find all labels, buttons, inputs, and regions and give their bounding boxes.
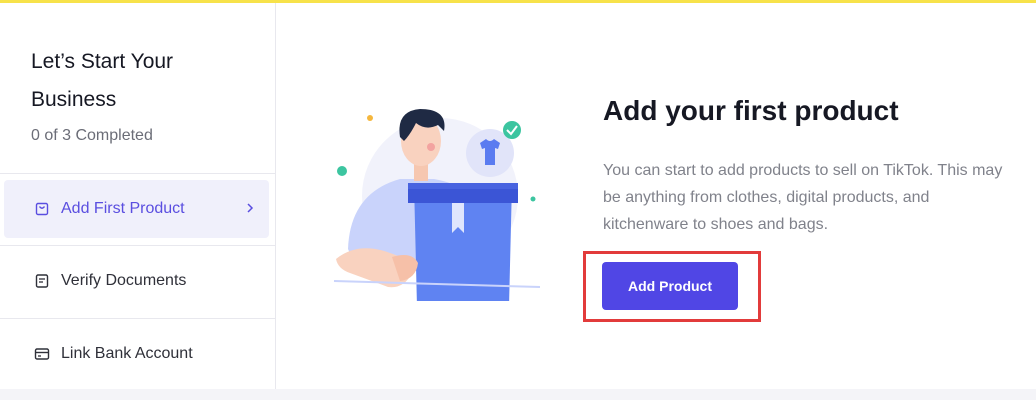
onboarding-sidebar: Let’s Start Your Business 0 of 3 Complet…	[0, 3, 276, 389]
shopping-bag-icon	[35, 202, 49, 216]
sidebar-item-verify-documents[interactable]: Verify Documents	[4, 252, 269, 310]
divider	[0, 173, 276, 174]
credit-card-icon	[34, 348, 50, 360]
progress-text: 0 of 3 Completed	[31, 127, 153, 144]
main-title: Add your first product	[603, 95, 899, 126]
divider	[0, 245, 276, 246]
sidebar-title: Let’s Start Your Business	[31, 50, 174, 111]
onboarding-card: Let’s Start Your Business 0 of 3 Complet…	[0, 3, 1036, 389]
add-product-button[interactable]: Add Product	[602, 262, 738, 310]
sidebar-item-label: Add First Product	[61, 200, 185, 217]
sidebar-item-label: Verify Documents	[61, 272, 187, 289]
sidebar-item-label: Link Bank Account	[61, 345, 193, 362]
chevron-right-icon	[247, 203, 254, 213]
divider	[0, 318, 276, 319]
main-description: You can start to add products to sell on…	[603, 162, 1003, 233]
sidebar-item-add-first-product[interactable]: Add First Product	[4, 180, 269, 238]
sidebar-item-link-bank-account[interactable]: Link Bank Account	[4, 325, 269, 383]
document-icon	[35, 274, 49, 288]
product-box-illustration	[333, 109, 541, 301]
